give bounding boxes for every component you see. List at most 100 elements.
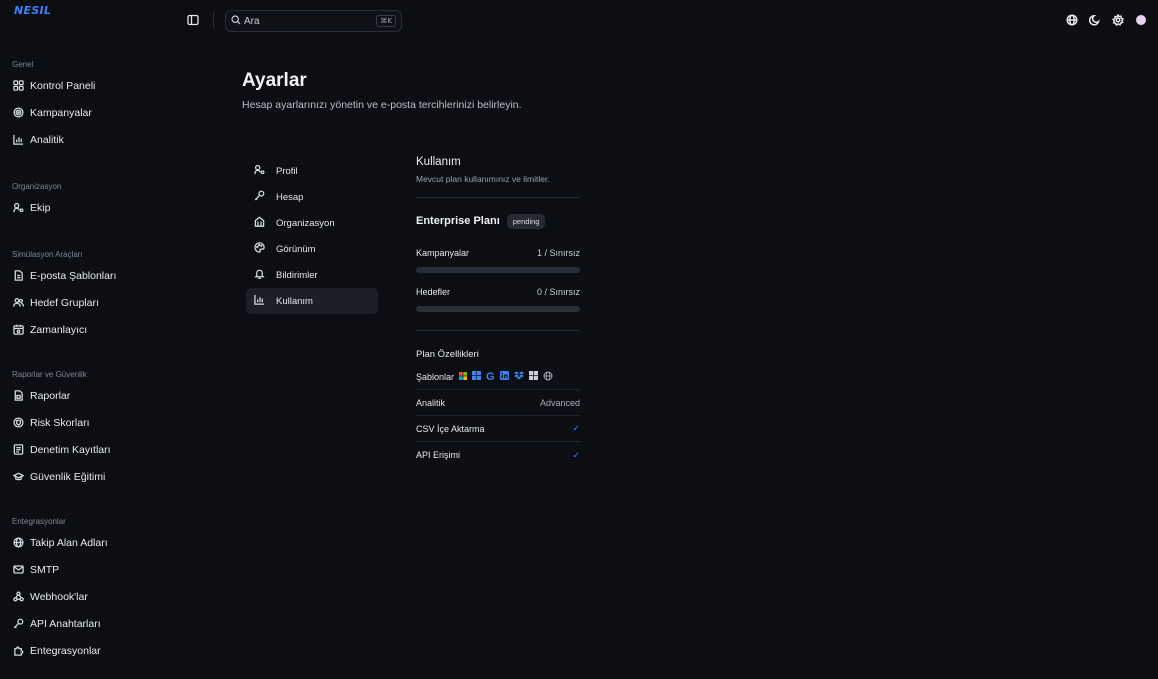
settings-nav-bildirimler[interactable]: Bildirimler bbox=[246, 262, 378, 288]
avatar[interactable] bbox=[1129, 13, 1152, 27]
status-badge: pending bbox=[506, 213, 546, 229]
sidebar-item-risk-skorlari[interactable]: Risk Skorları bbox=[0, 409, 175, 436]
user-key-icon bbox=[254, 164, 265, 178]
plan-row: Enterprise Planı pending bbox=[416, 212, 580, 230]
sidebar-item-raporlar[interactable]: Raporlar bbox=[0, 382, 175, 409]
usage-meter-targets: Hedefler 0 / Sınırsız bbox=[416, 287, 580, 312]
sidebar-item-label: Güvenlik Eğitimi bbox=[30, 470, 106, 483]
sidebar-item-label: Kontrol Paneli bbox=[30, 79, 96, 92]
sidebar-item-label: Raporlar bbox=[30, 389, 71, 402]
sidebar-item-kampanyalar[interactable]: Kampanyalar bbox=[0, 99, 175, 126]
sidebar-item-ekip[interactable]: Ekip bbox=[0, 194, 175, 221]
sidebar-item-denetim-kayitlari[interactable]: Denetim Kayıtları bbox=[0, 436, 175, 463]
feature-label: CSV İçe Aktarma bbox=[416, 423, 485, 434]
usage-title: Kullanım bbox=[416, 156, 461, 168]
sidebar-group-raporlar: Raporlar ve Güvenlik Raporlar Risk Skorl… bbox=[0, 368, 175, 490]
sidebar-item-e-posta-sablonlari[interactable]: E-posta Şablonları bbox=[0, 262, 175, 289]
features-title: Plan Özellikleri bbox=[416, 349, 479, 360]
target-icon bbox=[12, 107, 24, 119]
sidebar-item-api-anahtarlari[interactable]: API Anahtarları bbox=[0, 610, 175, 637]
check-icon: ✓ bbox=[572, 449, 580, 460]
sidebar-item-label: Takip Alan Adları bbox=[30, 536, 108, 549]
sidebar-item-smtp[interactable]: SMTP bbox=[0, 556, 175, 583]
sidebar-item-guvenlik-egitimi[interactable]: Güvenlik Eğitimi bbox=[0, 463, 175, 490]
settings-nav-label: Hesap bbox=[276, 191, 304, 203]
audit-icon bbox=[12, 444, 24, 456]
feature-label: Analitik bbox=[416, 397, 446, 408]
sidebar-item-label: API Anahtarları bbox=[30, 617, 101, 630]
usage-subtitle: Mevcut plan kullanımınız ve limitler. bbox=[416, 174, 550, 184]
sidebar-item-hedef-gruplari[interactable]: Hedef Grupları bbox=[0, 289, 175, 316]
sidebar-toggle-icon[interactable] bbox=[186, 13, 200, 27]
language-globe-icon[interactable] bbox=[1060, 13, 1083, 27]
settings-nav-hesap[interactable]: Hesap bbox=[246, 184, 378, 210]
usage-meter-label: Kampanyalar bbox=[416, 248, 470, 258]
sidebar-item-label: Analitik bbox=[30, 133, 64, 146]
sidebar-item-label: Ekip bbox=[30, 201, 51, 214]
feature-value: Advanced bbox=[539, 397, 580, 408]
calendar-icon bbox=[12, 324, 24, 336]
usage-meter-value: 0 / Sınırsız bbox=[536, 287, 580, 297]
bell-icon bbox=[254, 268, 265, 282]
settings-nav-label: Organizasyon bbox=[276, 217, 335, 229]
sidebar-item-label: E-posta Şablonları bbox=[30, 269, 117, 282]
usage-meter-value: 1 / Sınırsız bbox=[536, 248, 580, 258]
sidebar-item-entegrasyonlar[interactable]: Entegrasyonlar bbox=[0, 637, 175, 664]
search-box[interactable]: ⌘K bbox=[225, 10, 402, 32]
sidebar-group-simulasyon: Simülasyon Araçları E-posta Şablonları H… bbox=[0, 248, 175, 343]
sidebar-item-label: Zamanlayıcı bbox=[30, 323, 88, 336]
sidebar-item-zamanlayici[interactable]: Zamanlayıcı bbox=[0, 316, 175, 343]
sidebar-item-label: Denetim Kayıtları bbox=[30, 443, 111, 456]
divider bbox=[416, 330, 580, 331]
globe-icon bbox=[543, 370, 553, 383]
page-title: Ayarlar bbox=[242, 70, 307, 91]
shortcut-badge: ⌘K bbox=[376, 15, 396, 27]
feature-row-api: API Erişimi ✓ bbox=[416, 442, 580, 468]
settings-nav: Profil Hesap Organizasyon Görünüm Bildir… bbox=[246, 158, 378, 314]
settings-nav-label: Bildirimler bbox=[276, 269, 318, 281]
chart-icon bbox=[12, 134, 24, 146]
feature-row-csv: CSV İçe Aktarma ✓ bbox=[416, 416, 580, 442]
usage-progress-bar bbox=[416, 306, 580, 312]
chart-icon bbox=[254, 294, 265, 308]
divider bbox=[213, 12, 214, 28]
shield-icon bbox=[12, 417, 24, 429]
linkedin-icon bbox=[499, 371, 509, 382]
mail-icon bbox=[12, 564, 24, 576]
feature-row-analytics: Analitik Advanced bbox=[416, 390, 580, 416]
search-input[interactable] bbox=[244, 15, 364, 27]
plan-name: Enterprise Planı bbox=[416, 215, 500, 227]
settings-nav-profil[interactable]: Profil bbox=[246, 158, 378, 184]
sidebar-item-kontrol-paneli[interactable]: Kontrol Paneli bbox=[0, 72, 175, 99]
sidebar-item-takip-alan-adlari[interactable]: Takip Alan Adları bbox=[0, 529, 175, 556]
usage-progress-bar bbox=[416, 267, 580, 273]
sidebar-item-analitik[interactable]: Analitik bbox=[0, 126, 175, 153]
page-subtitle: Hesap ayarlarınızı yönetin ve e-posta te… bbox=[242, 99, 522, 111]
sidebar-group-title: Genel bbox=[12, 60, 34, 69]
search-icon bbox=[231, 14, 241, 28]
report-icon bbox=[12, 390, 24, 402]
feature-label: Şablonlar bbox=[416, 371, 455, 382]
sidebar-item-label: Webhook'lar bbox=[30, 590, 88, 603]
sidebar-item-label: Kampanyalar bbox=[30, 106, 92, 119]
feature-label: API Erişimi bbox=[416, 450, 461, 460]
users-icon bbox=[12, 297, 24, 309]
sidebar-item-webhooklar[interactable]: Webhook'lar bbox=[0, 583, 175, 610]
sidebar: Genel Kontrol Paneli Kampanyalar Analiti… bbox=[0, 0, 175, 679]
settings-nav-organizasyon[interactable]: Organizasyon bbox=[246, 210, 378, 236]
settings-nav-kullanim[interactable]: Kullanım bbox=[246, 288, 378, 314]
dashboard-icon bbox=[12, 80, 24, 92]
sidebar-group-title: Organizasyon bbox=[12, 182, 62, 191]
palette-icon bbox=[254, 242, 265, 256]
settings-gear-icon[interactable] bbox=[1106, 13, 1129, 27]
usage-meter-campaigns: Kampanyalar 1 / Sınırsız bbox=[416, 248, 580, 273]
sidebar-group-genel: Genel Kontrol Paneli Kampanyalar Analiti… bbox=[0, 58, 175, 153]
theme-toggle-icon[interactable] bbox=[1083, 13, 1106, 27]
puzzle-icon bbox=[12, 645, 24, 657]
sidebar-group-title: Simülasyon Araçları bbox=[12, 250, 83, 259]
windows-icon bbox=[528, 371, 538, 382]
settings-nav-gorunum[interactable]: Görünüm bbox=[246, 236, 378, 262]
key-icon bbox=[254, 190, 265, 204]
sidebar-item-label: SMTP bbox=[30, 563, 60, 576]
settings-nav-label: Profil bbox=[276, 165, 298, 177]
